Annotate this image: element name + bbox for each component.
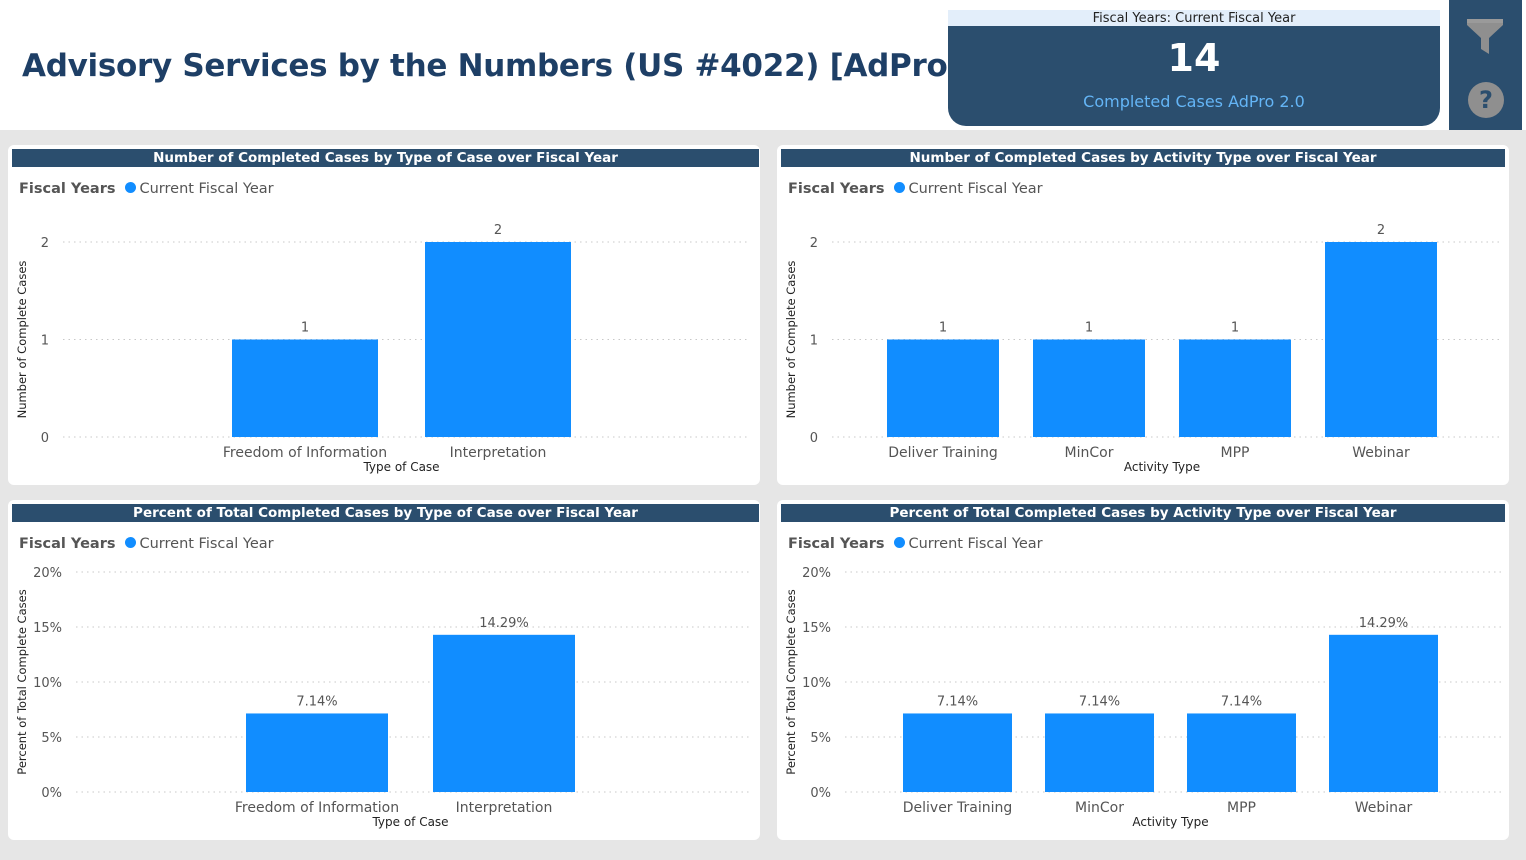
bar	[1045, 713, 1154, 792]
chart-panel-percent-by-type[interactable]: Percent of Total Completed Cases by Type…	[8, 500, 760, 840]
chart-panel-cases-by-activity[interactable]: Number of Completed Cases by Activity Ty…	[777, 145, 1509, 485]
bar-chart: 0% 5% 10% 15% 20% 7.14% Deliver Training 7.14% M…	[784, 566, 1501, 829]
bar	[246, 713, 388, 792]
bar	[1325, 242, 1437, 437]
bar	[903, 713, 1012, 792]
y-tick-label: 0	[41, 431, 49, 446]
x-tick-label: Interpretation	[456, 800, 553, 816]
bar	[433, 634, 575, 792]
data-label: 14.29%	[479, 616, 529, 631]
kpi-card[interactable]: Fiscal Years: Current Fiscal Year 14 Com…	[948, 10, 1440, 126]
x-axis-label: Activity Type	[1124, 460, 1200, 474]
y-tick-label: 2	[41, 236, 49, 251]
x-tick-label: MinCor	[1075, 800, 1124, 816]
bar	[425, 242, 571, 437]
y-axis-label: Percent of Total Complete Cases	[15, 589, 29, 774]
y-tick-label: 1	[810, 334, 818, 349]
data-label: 7.14%	[1079, 694, 1120, 709]
y-tick-label: 15%	[802, 621, 831, 636]
y-tick-label: 1	[41, 334, 49, 349]
bar-chart: 0% 5% 10% 15% 20% 7.14% Freedom of Information…	[15, 566, 750, 829]
y-tick-label: 2	[810, 236, 818, 251]
kpi-value: 14	[1167, 36, 1221, 80]
x-axis-label: Activity Type	[1132, 815, 1208, 829]
y-axis-label: Percent of Total Complete Cases	[784, 589, 798, 774]
data-label: 2	[494, 223, 502, 238]
y-axis-label: Number of Complete Cases	[784, 261, 798, 419]
x-tick-label: Webinar	[1352, 445, 1410, 461]
help-icon[interactable]: ?	[1468, 82, 1504, 118]
y-axis-label: Number of Complete Cases	[15, 261, 29, 419]
data-label: 7.14%	[937, 694, 978, 709]
y-tick-label: 15%	[33, 621, 62, 636]
y-tick-label: 10%	[802, 676, 831, 691]
data-label: 14.29%	[1359, 616, 1409, 631]
x-axis-label: Type of Case	[362, 460, 439, 474]
data-label: 1	[301, 321, 309, 336]
bar	[887, 339, 999, 437]
x-tick-label: Freedom of Information	[223, 445, 387, 461]
x-tick-label: Freedom of Information	[235, 800, 399, 816]
y-tick-label: 5%	[41, 731, 62, 746]
bar	[1329, 634, 1438, 792]
filter-icon[interactable]	[1466, 16, 1504, 56]
data-label: 7.14%	[296, 694, 337, 709]
data-label: 1	[939, 321, 947, 336]
y-tick-label: 5%	[810, 731, 831, 746]
data-label: 1	[1231, 321, 1239, 336]
x-tick-label: Webinar	[1355, 800, 1413, 816]
bar	[1187, 713, 1296, 792]
side-toolbar: ?	[1449, 0, 1522, 130]
kpi-label: Completed Cases AdPro 2.0	[1083, 92, 1305, 111]
kpi-caption: Fiscal Years: Current Fiscal Year	[948, 10, 1440, 26]
x-tick-label: Deliver Training	[903, 800, 1013, 816]
bar-chart: 0 1 2 1 Deliver Training 1 MinCor 1 MPP 2 Webinar A…	[784, 223, 1501, 474]
data-label: 2	[1377, 223, 1385, 238]
y-tick-label: 0%	[41, 786, 62, 801]
bar-chart: 0 1 2 1 Freedom of Information 2 Interpretatio…	[15, 223, 750, 474]
y-tick-label: 20%	[33, 566, 62, 581]
chart-panel-cases-by-type[interactable]: Number of Completed Cases by Type of Cas…	[8, 145, 760, 485]
page-title: Advisory Services by the Numbers (US #40…	[22, 48, 1026, 84]
y-tick-label: 0	[810, 431, 818, 446]
data-label: 7.14%	[1221, 694, 1262, 709]
data-label: 1	[1085, 321, 1093, 336]
chart-panel-percent-by-activity[interactable]: Percent of Total Completed Cases by Acti…	[777, 500, 1509, 840]
x-tick-label: MinCor	[1065, 445, 1114, 461]
bar	[1179, 339, 1291, 437]
x-tick-label: Deliver Training	[888, 445, 998, 461]
bar	[232, 339, 378, 437]
bar	[1033, 339, 1145, 437]
y-tick-label: 0%	[810, 786, 831, 801]
report-header: Advisory Services by the Numbers (US #40…	[0, 0, 1526, 130]
kpi-body: 14 Completed Cases AdPro 2.0	[948, 26, 1440, 126]
x-tick-label: Interpretation	[450, 445, 547, 461]
x-axis-label: Type of Case	[371, 815, 448, 829]
x-tick-label: MPP	[1227, 800, 1256, 816]
y-tick-label: 20%	[802, 566, 831, 581]
y-tick-label: 10%	[33, 676, 62, 691]
x-tick-label: MPP	[1221, 445, 1250, 461]
